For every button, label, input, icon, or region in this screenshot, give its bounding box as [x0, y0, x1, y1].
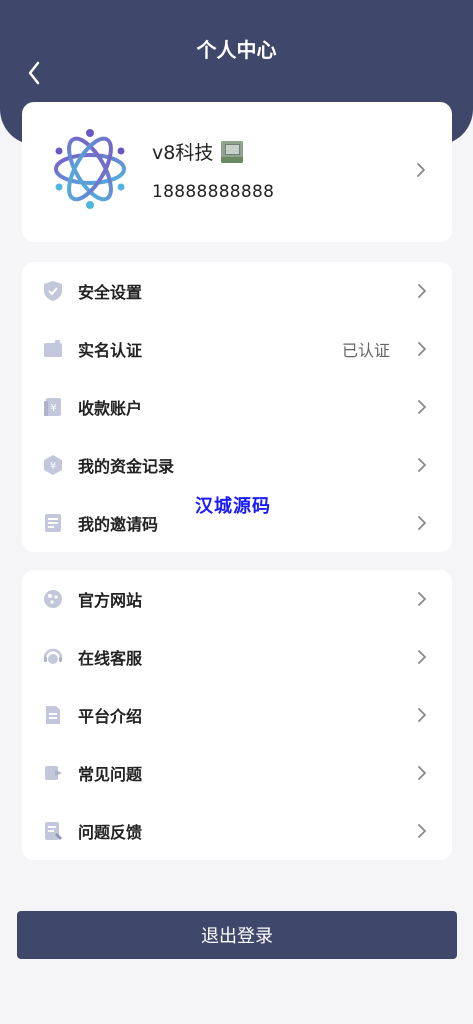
chevron-right-icon — [417, 163, 425, 177]
menu-label: 我的资金记录 — [78, 457, 175, 476]
svg-text:¥: ¥ — [50, 461, 56, 472]
chevron-right-icon — [418, 400, 426, 414]
menu-group-support: 官方网站 在线客服 平台介绍 常见问题 问题反馈 — [22, 570, 452, 860]
chevron-right-icon — [418, 708, 426, 722]
profile-card[interactable]: v8科技 18888888888 — [22, 102, 452, 242]
menu-item-platform-intro[interactable]: 平台介绍 — [22, 686, 452, 744]
atom-logo-icon — [54, 129, 126, 209]
chevron-left-icon — [28, 61, 40, 85]
page-title: 个人中心 — [196, 38, 277, 62]
menu-item-official-website[interactable]: 官方网站 — [22, 570, 452, 628]
chevron-right-icon — [418, 342, 426, 356]
menu-label: 官方网站 — [78, 591, 143, 610]
menu-item-customer-service[interactable]: 在线客服 — [22, 628, 452, 686]
id-card-icon — [44, 340, 62, 357]
menu-item-feedback[interactable]: 问题反馈 — [22, 802, 452, 860]
menu-item-fund-record[interactable]: ¥ 我的资金记录 — [22, 436, 452, 494]
menu-label: 问题反馈 — [78, 823, 143, 842]
menu-item-real-name[interactable]: 实名认证 已认证 — [22, 320, 452, 378]
menu-item-payment-account[interactable]: ¥ 收款账户 — [22, 378, 452, 436]
menu-label: 安全设置 — [78, 283, 143, 302]
menu-label: 我的邀请码 — [78, 515, 159, 534]
chevron-right-icon — [418, 458, 426, 472]
document-icon — [46, 706, 60, 724]
watermark-text: 汉城源码 — [195, 496, 271, 517]
logout-button[interactable]: 退出登录 — [17, 911, 457, 959]
menu-item-faq[interactable]: 常见问题 — [22, 744, 452, 802]
username-row: v8科技 — [152, 138, 244, 165]
menu-label: 平台介绍 — [78, 707, 143, 726]
feedback-icon — [45, 822, 62, 840]
shield-icon — [44, 281, 62, 301]
svg-text:¥: ¥ — [50, 403, 56, 414]
vip-badge-icon — [221, 140, 244, 163]
menu-item-security[interactable]: 安全设置 — [22, 262, 452, 320]
customer-service-icon — [43, 648, 63, 664]
chevron-right-icon — [418, 766, 426, 780]
chevron-right-icon — [418, 650, 426, 664]
menu-label: 收款账户 — [78, 399, 143, 418]
website-icon — [44, 590, 62, 608]
menu-label: 在线客服 — [78, 649, 143, 668]
account-icon: ¥ — [44, 398, 61, 416]
fund-record-icon: ¥ — [44, 455, 62, 475]
chevron-right-icon — [418, 284, 426, 298]
menu-label: 常见问题 — [78, 765, 143, 784]
chevron-right-icon — [418, 592, 426, 606]
faq-icon — [45, 766, 62, 780]
verification-status: 已认证 — [341, 341, 390, 360]
invite-code-icon — [45, 514, 61, 532]
chevron-right-icon — [418, 516, 426, 530]
phone-number: 18888888888 — [152, 182, 275, 202]
chevron-right-icon — [418, 824, 426, 838]
username: v8科技 — [152, 142, 214, 164]
menu-label: 实名认证 — [78, 341, 143, 360]
